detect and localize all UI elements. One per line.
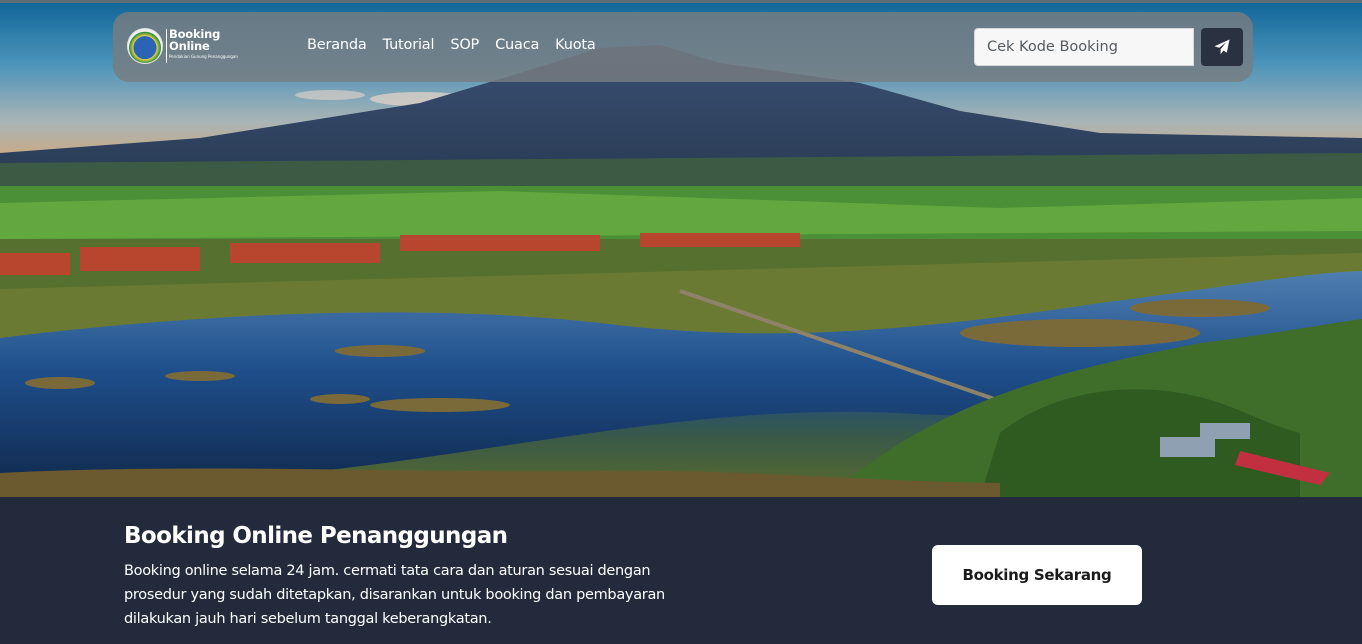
logo-text-line2: Online [169,39,210,53]
intro-description: Booking online selama 24 jam. cermati ta… [124,563,665,627]
logo-divider [166,29,167,63]
nav-link-kuota[interactable]: Kuota [555,37,596,53]
site-logo[interactable]: Booking Online Pendakian Gunung Penanggu… [127,27,238,67]
mountain-emblem-icon [127,28,163,64]
book-now-button[interactable]: Booking Sekarang [932,545,1142,605]
main-nav: Beranda Tutorial SOP Cuaca Kuota [307,37,596,53]
nav-link-sop[interactable]: SOP [450,37,479,53]
navbar: Booking Online Pendakian Gunung Penanggu… [113,12,1253,82]
check-booking-button[interactable] [1201,28,1243,66]
nav-link-cuaca[interactable]: Cuaca [495,37,539,53]
booking-code-input[interactable] [974,28,1194,66]
nav-link-tutorial[interactable]: Tutorial [383,37,435,53]
paper-plane-icon [1214,39,1230,55]
nav-link-beranda[interactable]: Beranda [307,37,367,53]
page-title: Booking Online Penanggungan [124,523,508,549]
logo-tagline: Pendakian Gunung Penanggungan [169,54,238,59]
intro-panel: Booking Online Penanggungan Booking onli… [0,497,1362,644]
